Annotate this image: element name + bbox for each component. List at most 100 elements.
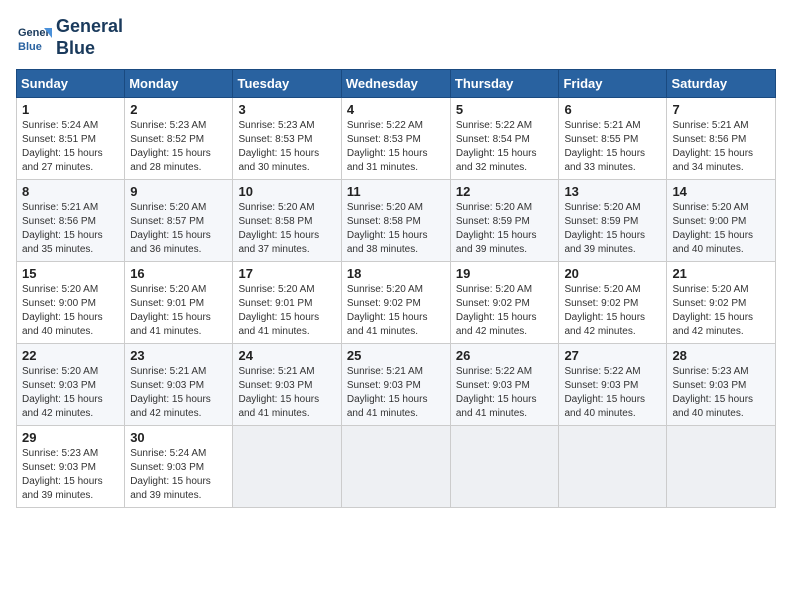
calendar-cell: 21 Sunrise: 5:20 AMSunset: 9:02 PMDayligh… [667,262,776,344]
cell-info: Sunrise: 5:23 AMSunset: 9:03 PMDaylight:… [22,447,119,503]
day-number: 20 [564,266,661,281]
calendar-table: SundayMondayTuesdayWednesdayThursdayFrid… [16,69,776,508]
cell-info: Sunrise: 5:21 AMSunset: 8:55 PMDaylight:… [564,119,661,175]
cell-info: Sunrise: 5:21 AMSunset: 9:03 PMDaylight:… [238,365,335,421]
calendar-cell: 23 Sunrise: 5:21 AMSunset: 9:03 PMDayligh… [125,344,233,426]
calendar-cell: 13 Sunrise: 5:20 AMSunset: 8:59 PMDayligh… [559,180,667,262]
day-number: 12 [456,184,554,199]
cell-info: Sunrise: 5:22 AMSunset: 9:03 PMDaylight:… [564,365,661,421]
calendar-cell: 17 Sunrise: 5:20 AMSunset: 9:01 PMDayligh… [233,262,341,344]
logo-icon: General Blue [16,20,52,56]
day-number: 18 [347,266,445,281]
calendar-cell: 27 Sunrise: 5:22 AMSunset: 9:03 PMDayligh… [559,344,667,426]
day-number: 28 [672,348,770,363]
cell-info: Sunrise: 5:23 AMSunset: 8:52 PMDaylight:… [130,119,227,175]
calendar-cell: 16 Sunrise: 5:20 AMSunset: 9:01 PMDayligh… [125,262,233,344]
cell-info: Sunrise: 5:23 AMSunset: 9:03 PMDaylight:… [672,365,770,421]
cell-info: Sunrise: 5:20 AMSunset: 8:58 PMDaylight:… [347,201,445,257]
cell-info: Sunrise: 5:20 AMSunset: 8:59 PMDaylight:… [564,201,661,257]
cell-info: Sunrise: 5:21 AMSunset: 8:56 PMDaylight:… [22,201,119,257]
col-header-tuesday: Tuesday [233,70,341,98]
cell-info: Sunrise: 5:23 AMSunset: 8:53 PMDaylight:… [238,119,335,175]
day-number: 13 [564,184,661,199]
calendar-cell: 14Sunrise: 5:20 AMSunset: 9:00 PMDayligh… [667,180,776,262]
calendar-cell: 29 Sunrise: 5:23 AMSunset: 9:03 PMDayligh… [17,426,125,508]
cell-info: Sunrise: 5:24 AMSunset: 9:03 PMDaylight:… [130,447,227,503]
calendar-week-row: 29 Sunrise: 5:23 AMSunset: 9:03 PMDayligh… [17,426,776,508]
calendar-cell: 6 Sunrise: 5:21 AMSunset: 8:55 PMDaylight… [559,98,667,180]
calendar-cell: 19 Sunrise: 5:20 AMSunset: 9:02 PMDayligh… [450,262,559,344]
calendar-cell: 1Sunrise: 5:24 AMSunset: 8:51 PMDaylight… [17,98,125,180]
calendar-week-row: 22Sunrise: 5:20 AMSunset: 9:03 PMDayligh… [17,344,776,426]
calendar-cell: 18Sunrise: 5:20 AMSunset: 9:02 PMDayligh… [341,262,450,344]
cell-info: Sunrise: 5:20 AMSunset: 8:58 PMDaylight:… [238,201,335,257]
day-number: 27 [564,348,661,363]
calendar-header-row: SundayMondayTuesdayWednesdayThursdayFrid… [17,70,776,98]
cell-info: Sunrise: 5:22 AMSunset: 9:03 PMDaylight:… [456,365,554,421]
day-number: 11 [347,184,445,199]
day-number: 9 [130,184,227,199]
calendar-cell: 10 Sunrise: 5:20 AMSunset: 8:58 PMDayligh… [233,180,341,262]
calendar-cell: 24 Sunrise: 5:21 AMSunset: 9:03 PMDayligh… [233,344,341,426]
calendar-cell: 26 Sunrise: 5:22 AMSunset: 9:03 PMDayligh… [450,344,559,426]
cell-info: Sunrise: 5:22 AMSunset: 8:54 PMDaylight:… [456,119,554,175]
col-header-thursday: Thursday [450,70,559,98]
day-number: 7 [672,102,770,117]
day-number: 29 [22,430,119,445]
day-number: 4 [347,102,445,117]
calendar-cell: 2 Sunrise: 5:23 AMSunset: 8:52 PMDaylight… [125,98,233,180]
day-number: 5 [456,102,554,117]
calendar-cell [341,426,450,508]
col-header-saturday: Saturday [667,70,776,98]
calendar-cell [233,426,341,508]
col-header-sunday: Sunday [17,70,125,98]
day-number: 3 [238,102,335,117]
calendar-cell: 8Sunrise: 5:21 AMSunset: 8:56 PMDaylight… [17,180,125,262]
day-number: 16 [130,266,227,281]
calendar-week-row: 15Sunrise: 5:20 AMSunset: 9:00 PMDayligh… [17,262,776,344]
logo-text-line2: Blue [56,38,123,60]
calendar-cell: 9 Sunrise: 5:20 AMSunset: 8:57 PMDaylight… [125,180,233,262]
calendar-cell: 22Sunrise: 5:20 AMSunset: 9:03 PMDayligh… [17,344,125,426]
calendar-cell [559,426,667,508]
col-header-monday: Monday [125,70,233,98]
svg-text:Blue: Blue [18,41,42,53]
cell-info: Sunrise: 5:20 AMSunset: 9:00 PMDaylight:… [22,283,119,339]
cell-info: Sunrise: 5:20 AMSunset: 9:02 PMDaylight:… [672,283,770,339]
day-number: 2 [130,102,227,117]
day-number: 17 [238,266,335,281]
cell-info: Sunrise: 5:20 AMSunset: 8:59 PMDaylight:… [456,201,554,257]
day-number: 24 [238,348,335,363]
cell-info: Sunrise: 5:20 AMSunset: 8:57 PMDaylight:… [130,201,227,257]
calendar-cell: 11 Sunrise: 5:20 AMSunset: 8:58 PMDayligh… [341,180,450,262]
calendar-cell: 12 Sunrise: 5:20 AMSunset: 8:59 PMDayligh… [450,180,559,262]
cell-info: Sunrise: 5:20 AMSunset: 9:02 PMDaylight:… [564,283,661,339]
day-number: 19 [456,266,554,281]
calendar-week-row: 8Sunrise: 5:21 AMSunset: 8:56 PMDaylight… [17,180,776,262]
calendar-cell: 25Sunrise: 5:21 AMSunset: 9:03 PMDayligh… [341,344,450,426]
day-number: 30 [130,430,227,445]
calendar-cell: 7 Sunrise: 5:21 AMSunset: 8:56 PMDaylight… [667,98,776,180]
cell-info: Sunrise: 5:21 AMSunset: 9:03 PMDaylight:… [130,365,227,421]
calendar-cell: 15Sunrise: 5:20 AMSunset: 9:00 PMDayligh… [17,262,125,344]
page-header: General Blue General Blue [16,16,776,59]
cell-info: Sunrise: 5:20 AMSunset: 9:02 PMDaylight:… [456,283,554,339]
day-number: 21 [672,266,770,281]
cell-info: Sunrise: 5:24 AMSunset: 8:51 PMDaylight:… [22,119,119,175]
calendar-cell: 30 Sunrise: 5:24 AMSunset: 9:03 PMDayligh… [125,426,233,508]
calendar-cell [667,426,776,508]
calendar-cell [450,426,559,508]
calendar-cell: 20 Sunrise: 5:20 AMSunset: 9:02 PMDayligh… [559,262,667,344]
calendar-cell: 5 Sunrise: 5:22 AMSunset: 8:54 PMDaylight… [450,98,559,180]
cell-info: Sunrise: 5:20 AMSunset: 9:01 PMDaylight:… [238,283,335,339]
cell-info: Sunrise: 5:22 AMSunset: 8:53 PMDaylight:… [347,119,445,175]
day-number: 10 [238,184,335,199]
cell-info: Sunrise: 5:20 AMSunset: 9:03 PMDaylight:… [22,365,119,421]
cell-info: Sunrise: 5:20 AMSunset: 9:01 PMDaylight:… [130,283,227,339]
calendar-week-row: 1Sunrise: 5:24 AMSunset: 8:51 PMDaylight… [17,98,776,180]
day-number: 6 [564,102,661,117]
cell-info: Sunrise: 5:21 AMSunset: 9:03 PMDaylight:… [347,365,445,421]
cell-info: Sunrise: 5:21 AMSunset: 8:56 PMDaylight:… [672,119,770,175]
day-number: 23 [130,348,227,363]
day-number: 26 [456,348,554,363]
